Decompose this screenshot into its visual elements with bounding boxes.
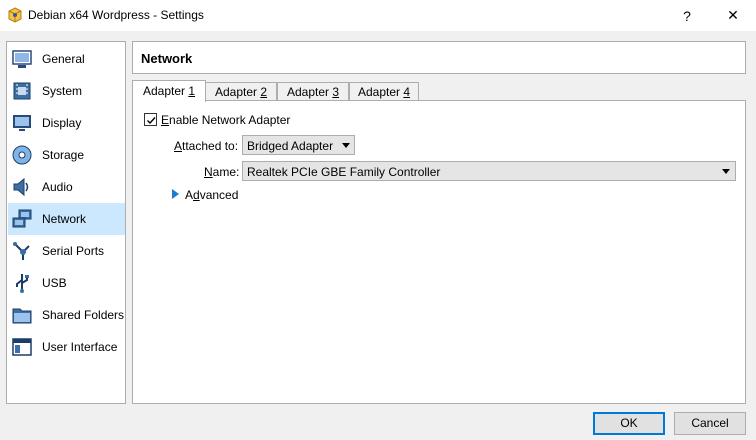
tab-adapter-3[interactable]: Adapter 3 <box>277 82 349 101</box>
sidebar-item-label: Storage <box>42 148 85 162</box>
tab-adapter-4[interactable]: Adapter 4 <box>349 82 419 101</box>
advanced-toggle[interactable]: Advanced <box>185 188 238 202</box>
attached-to-label: Attached to: <box>174 139 239 153</box>
sidebar-item-label: Network <box>42 212 87 226</box>
checkmark-icon <box>147 117 156 125</box>
sidebar-item-user-interface[interactable]: User Interface <box>8 331 125 363</box>
close-icon: ✕ <box>727 7 739 23</box>
tab-adapter-2[interactable]: Adapter 2 <box>205 82 277 101</box>
sidebar-item-label: General <box>42 52 85 66</box>
title-bar: Debian x64 Wordpress - Settings ? ✕ <box>0 0 756 31</box>
ok-button[interactable]: OK <box>593 412 665 435</box>
storage-icon <box>12 145 32 165</box>
adapter-name-select[interactable]: Realtek PCIe GBE Family Controller <box>242 161 736 181</box>
virtualbox-icon <box>8 7 22 23</box>
window-title: Debian x64 Wordpress - Settings <box>28 8 204 22</box>
sidebar-item-label: Shared Folders <box>42 308 125 322</box>
sidebar-item-system[interactable]: System <box>8 75 125 107</box>
user-interface-icon <box>12 338 32 356</box>
chevron-down-icon <box>342 143 350 148</box>
name-label: Name: <box>204 165 240 179</box>
page-title: Network <box>141 51 193 66</box>
adapter-panel: Enable Network Adapter Attached to: Brid… <box>132 100 746 404</box>
adapter-name-value: Realtek PCIe GBE Family Controller <box>247 165 441 179</box>
sidebar-item-label: Audio <box>42 180 73 194</box>
settings-sidebar: General System Display Storage Audio Net… <box>6 41 126 404</box>
sidebar-item-label: Display <box>42 116 82 130</box>
sidebar-item-label: System <box>42 84 83 98</box>
serial-ports-icon <box>13 242 30 260</box>
expand-arrow-icon[interactable] <box>172 189 179 199</box>
tab-adapter-1[interactable]: Adapter 1 <box>132 80 206 102</box>
settings-window: Debian x64 Wordpress - Settings ? ✕ Gene… <box>0 0 756 440</box>
sidebar-item-network[interactable]: Network <box>8 203 125 235</box>
cancel-button[interactable]: Cancel <box>674 412 746 435</box>
sidebar-item-audio[interactable]: Audio <box>8 171 125 203</box>
close-button[interactable]: ✕ <box>710 0 756 31</box>
enable-network-adapter-label[interactable]: Enable Network Adapter <box>161 113 290 127</box>
chevron-down-icon <box>722 169 730 174</box>
display-icon <box>13 115 31 131</box>
shared-folders-icon <box>12 308 32 324</box>
usb-icon <box>16 274 29 293</box>
audio-icon <box>13 177 29 197</box>
general-icon <box>12 50 32 68</box>
sidebar-item-usb[interactable]: USB <box>8 267 125 299</box>
attached-to-value: Bridged Adapter <box>247 139 334 153</box>
sidebar-item-storage[interactable]: Storage <box>8 139 125 171</box>
sidebar-item-general[interactable]: General <box>8 43 125 75</box>
help-button[interactable]: ? <box>664 0 710 31</box>
sidebar-item-label: User Interface <box>42 340 118 354</box>
sidebar-item-display[interactable]: Display <box>8 107 125 139</box>
system-icon <box>13 82 31 100</box>
sidebar-item-label: USB <box>42 276 67 290</box>
network-icon <box>12 209 32 228</box>
page-header: Network <box>132 41 746 74</box>
attached-to-select[interactable]: Bridged Adapter <box>242 135 355 155</box>
enable-network-adapter-checkbox[interactable] <box>144 113 157 126</box>
sidebar-item-serial-ports[interactable]: Serial Ports <box>8 235 125 267</box>
sidebar-item-shared-folders[interactable]: Shared Folders <box>8 299 125 331</box>
sidebar-item-label: Serial Ports <box>42 244 105 258</box>
